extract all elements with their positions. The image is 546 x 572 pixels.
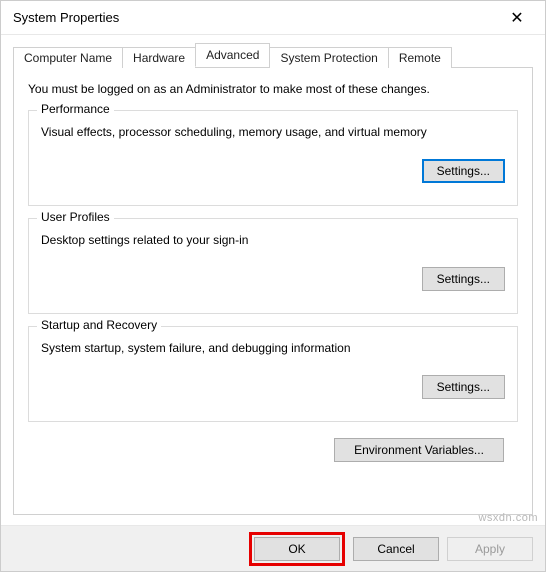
watermark: wsxdn.com: [478, 512, 538, 524]
intro-text: You must be logged on as an Administrato…: [28, 82, 518, 96]
user-profiles-settings-button[interactable]: Settings...: [422, 267, 505, 291]
close-button[interactable]: ✕: [497, 4, 537, 32]
group-startup-recovery-legend: Startup and Recovery: [37, 318, 161, 332]
apply-button[interactable]: Apply: [447, 537, 533, 561]
client-area: Computer Name Hardware Advanced System P…: [1, 35, 545, 515]
group-performance-legend: Performance: [37, 102, 114, 116]
window-title: System Properties: [13, 10, 497, 25]
performance-settings-button[interactable]: Settings...: [422, 159, 505, 183]
close-icon: ✕: [510, 8, 523, 28]
tab-advanced[interactable]: Advanced: [195, 43, 270, 67]
environment-variables-button[interactable]: Environment Variables...: [334, 438, 504, 462]
group-user-profiles-legend: User Profiles: [37, 210, 114, 224]
tabpage-advanced: You must be logged on as an Administrato…: [13, 67, 533, 515]
titlebar: System Properties ✕: [1, 1, 545, 35]
group-startup-recovery: Startup and Recovery System startup, sys…: [28, 326, 518, 422]
dialog-footer: OK Cancel Apply: [1, 525, 545, 571]
tab-system-protection[interactable]: System Protection: [269, 47, 388, 68]
group-performance: Performance Visual effects, processor sc…: [28, 110, 518, 206]
environment-variables-row: Environment Variables...: [28, 434, 518, 462]
group-user-profiles-desc: Desktop settings related to your sign-in: [41, 233, 505, 247]
group-startup-recovery-desc: System startup, system failure, and debu…: [41, 341, 505, 355]
tab-remote[interactable]: Remote: [388, 47, 452, 68]
tab-computer-name[interactable]: Computer Name: [13, 47, 123, 68]
cancel-button[interactable]: Cancel: [353, 537, 439, 561]
tabstrip: Computer Name Hardware Advanced System P…: [13, 45, 533, 67]
group-user-profiles: User Profiles Desktop settings related t…: [28, 218, 518, 314]
ok-button[interactable]: OK: [254, 537, 340, 561]
group-performance-desc: Visual effects, processor scheduling, me…: [41, 125, 505, 139]
system-properties-window: System Properties ✕ Computer Name Hardwa…: [0, 0, 546, 572]
tab-hardware[interactable]: Hardware: [122, 47, 196, 68]
ok-highlight: OK: [249, 532, 345, 566]
startup-recovery-settings-button[interactable]: Settings...: [422, 375, 505, 399]
